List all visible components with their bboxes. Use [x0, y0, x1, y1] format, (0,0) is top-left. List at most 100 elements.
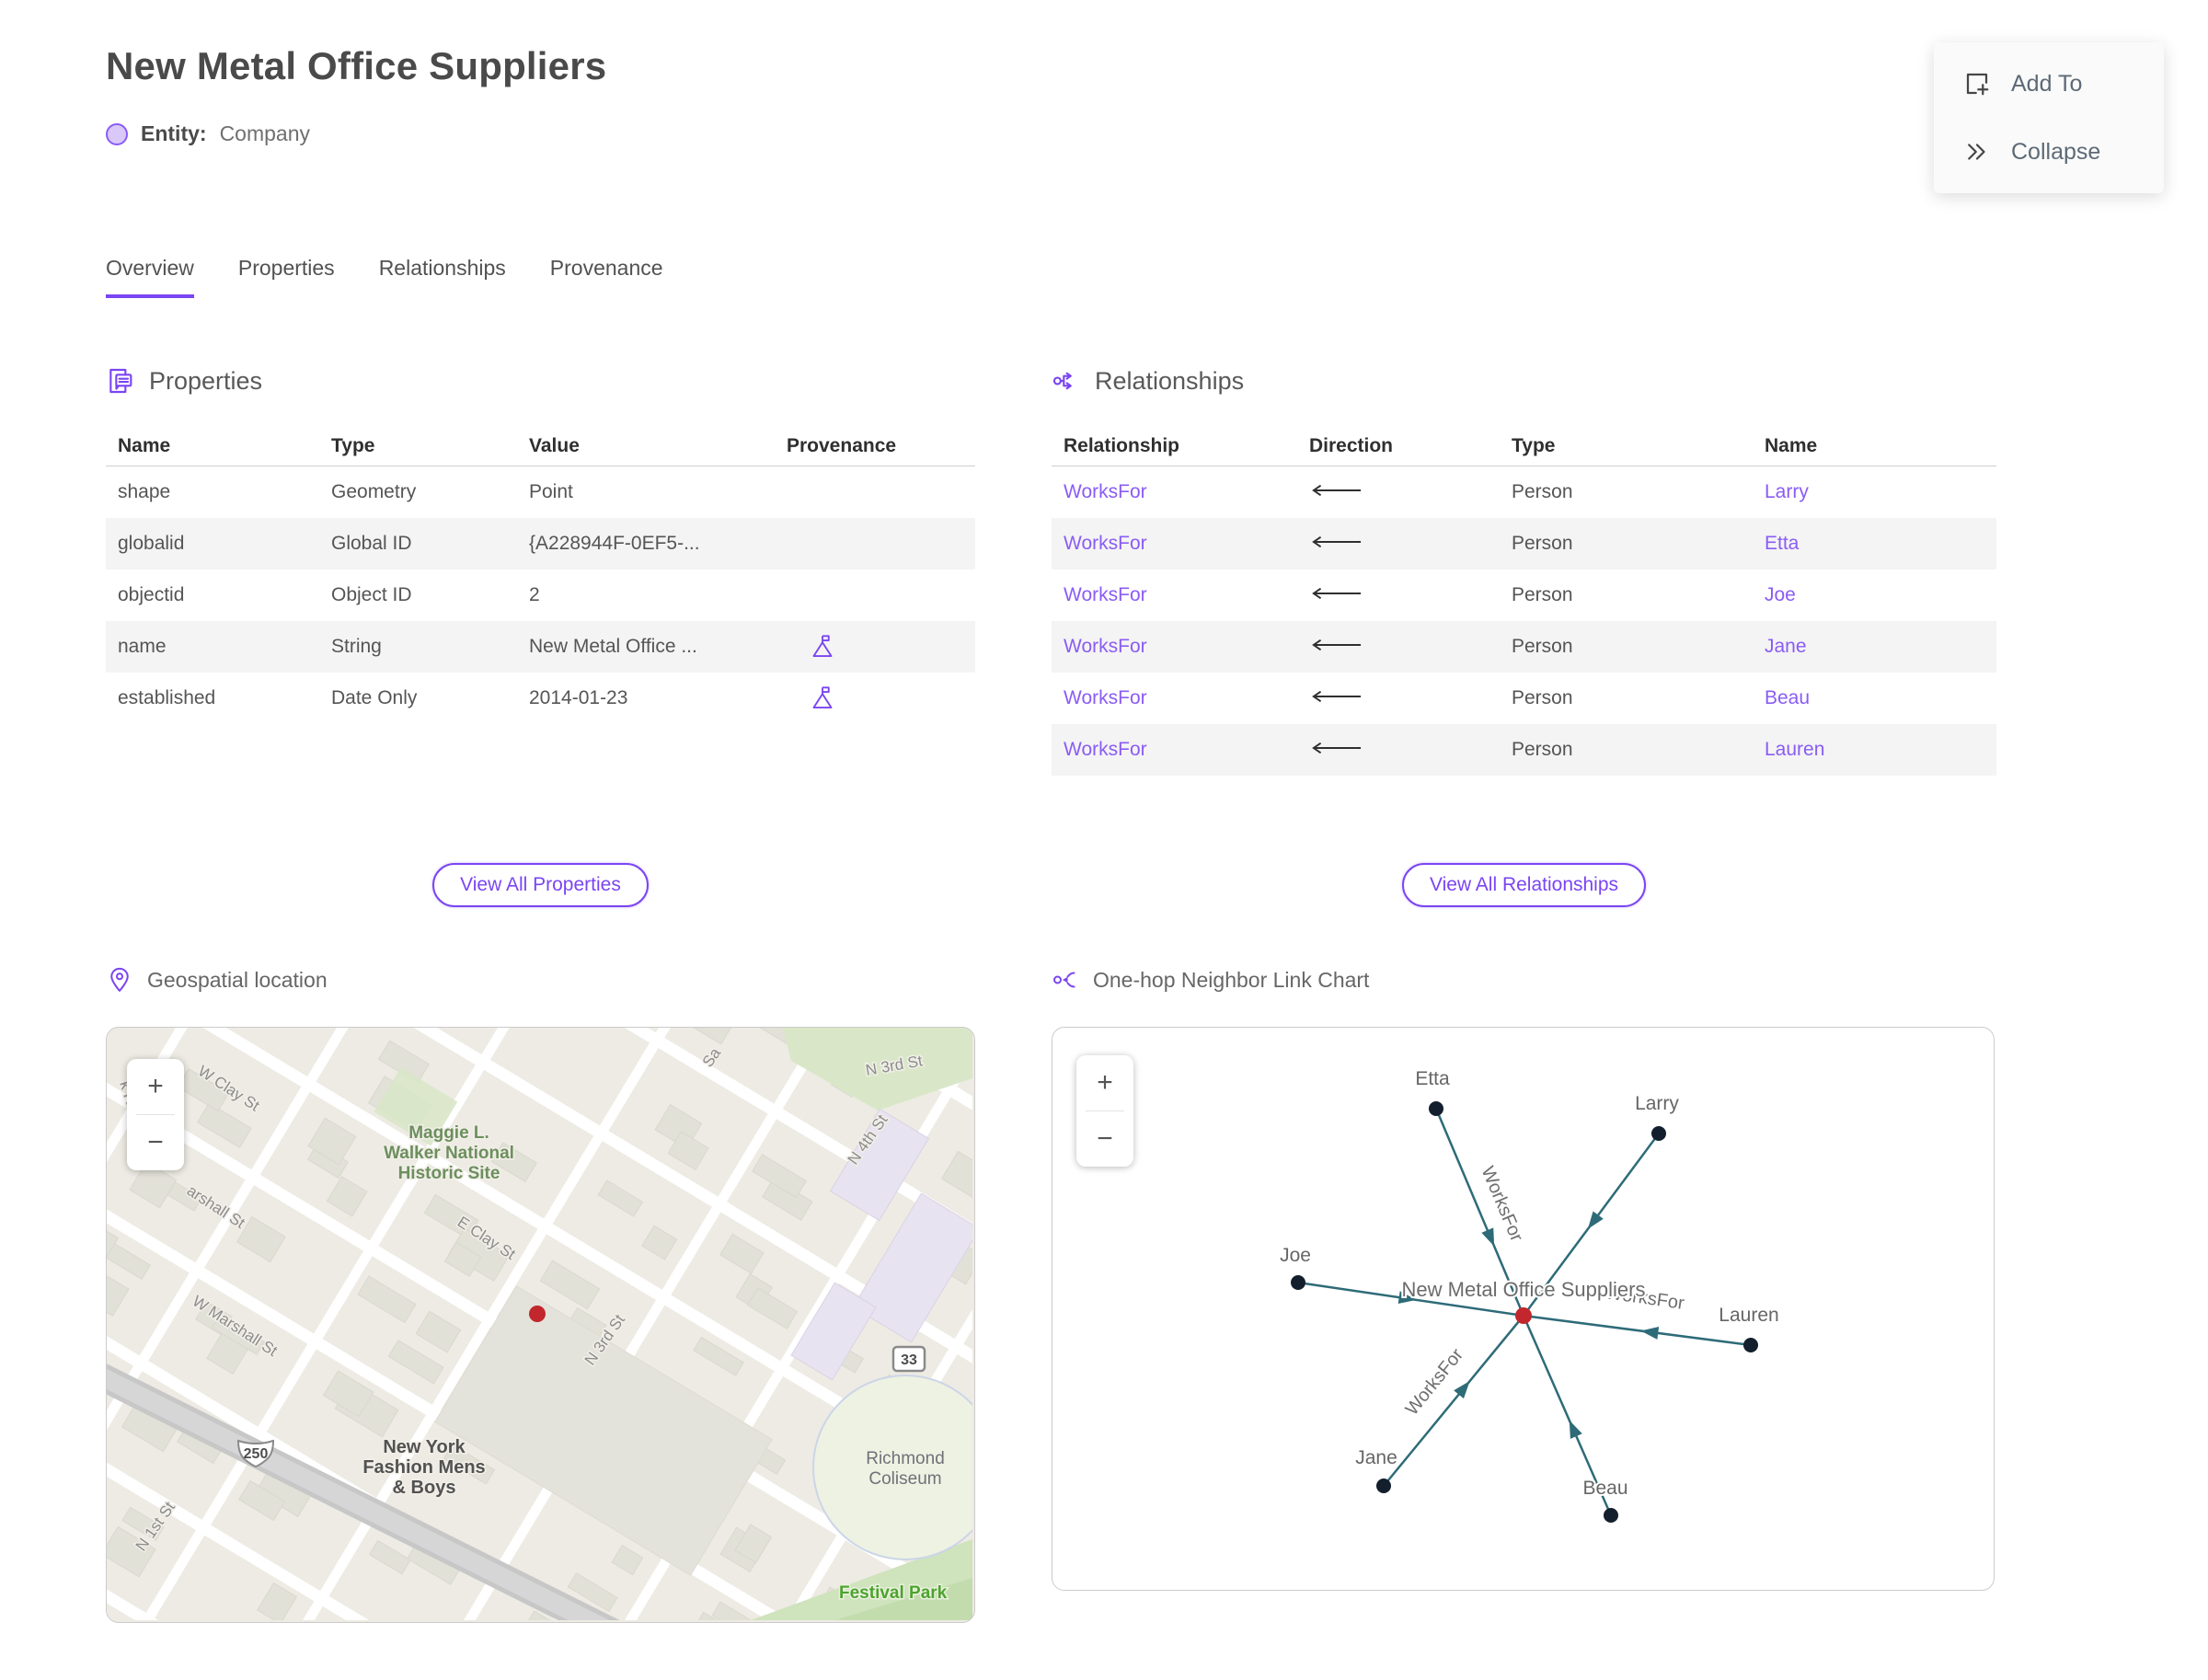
node-label: Etta: [1415, 1068, 1450, 1089]
page-title: New Metal Office Suppliers: [106, 44, 607, 87]
person-node[interactable]: [1743, 1338, 1758, 1352]
entity-location-marker[interactable]: [529, 1306, 546, 1322]
collapse-button[interactable]: Collapse: [1963, 138, 2164, 166]
node-label: Beau: [1582, 1478, 1627, 1499]
entity-type-value: Company: [219, 121, 310, 145]
relationship-type-link[interactable]: WorksFor: [1052, 584, 1309, 606]
geospatial-title: Geospatial location: [147, 967, 328, 992]
link-chart-canvas[interactable]: EttaLarryJoeLaurenJaneBeauWorksForWorksF…: [1052, 1028, 1992, 1588]
relationship-type-link[interactable]: WorksFor: [1052, 481, 1309, 503]
relationships-table-body: WorksFor Person Larry WorksFor Person Etta Wor…: [1052, 466, 1996, 776]
link-chart-section: One-hop Neighbor Link Chart Etta Larry Joe…: [1052, 966, 1996, 1623]
entity-page: New Metal Office Suppliers Entity: Compa…: [0, 0, 2208, 1680]
properties-table: Name Type Value Provenance shape Geometry…: [106, 427, 975, 724]
relationships-table: Relationship Direction Type Name WorksFo…: [1052, 427, 1996, 776]
link-chart-title: One-hop Neighbor Link Chart: [1093, 967, 1370, 992]
center-entity-node[interactable]: [1515, 1307, 1532, 1324]
provenance-flag-icon[interactable]: [809, 633, 836, 661]
relationship-direction: [1309, 739, 1512, 761]
related-entity-link[interactable]: Larry: [1765, 481, 1996, 503]
entity-type-icon: [106, 122, 128, 145]
relationship-row: WorksFor Person Jane: [1052, 621, 1996, 673]
property-row: shape Geometry Point: [106, 466, 975, 518]
chevrons-right-icon: [1968, 144, 1985, 160]
entity-row: Entity: Company: [106, 121, 310, 146]
property-value: 2: [529, 584, 540, 605]
geospatial-header: Geospatial location: [106, 966, 975, 994]
related-entity-link[interactable]: Beau: [1765, 687, 1996, 709]
view-all-relationships-button[interactable]: View All Relationships: [1401, 863, 1647, 907]
relationship-row: WorksFor Person Joe: [1052, 570, 1996, 621]
related-entity-type: Person: [1512, 739, 1573, 760]
center-node-label: New Metal Office Suppliers: [1402, 1278, 1646, 1301]
link-chart-labels: EttaLarryJoeLaurenJaneBeauWorksForWorksF…: [1278, 1066, 1781, 1501]
node-label: Joe: [1280, 1245, 1311, 1266]
node-label: Jane: [1355, 1447, 1397, 1468]
one-hop-link-icon: [1052, 972, 1075, 988]
map-zoom-control: + −: [127, 1059, 184, 1170]
link-chart-panel[interactable]: Etta Larry Joe Lauren Jane Beau WorksFor WorksF…: [1052, 1027, 1995, 1591]
svg-text:RichmondColiseum: Richmond Coliseum: [866, 1449, 945, 1489]
relationships-table-header: Relationship Direction Type Name: [1052, 427, 1996, 466]
map-panel[interactable]: 25033 k RdW Clay StSaarshall StW Marshal…: [106, 1027, 975, 1623]
related-entity-link[interactable]: Etta: [1765, 533, 1996, 555]
tab-relationships[interactable]: Relationships: [379, 256, 506, 298]
add-to-button[interactable]: Add To: [1963, 70, 2164, 98]
property-type: Date Only: [331, 687, 418, 708]
col-value: Value: [529, 435, 580, 456]
map-pin-icon: [110, 967, 129, 992]
related-entity-link[interactable]: Joe: [1765, 584, 1996, 606]
property-name: name: [118, 636, 167, 657]
tab-provenance[interactable]: Provenance: [550, 256, 663, 298]
entity-label: Entity:: [141, 121, 207, 145]
chart-zoom-in-button[interactable]: +: [1076, 1055, 1133, 1110]
relationship-row: WorksFor Person Beau: [1052, 673, 1996, 724]
chart-zoom-out-button[interactable]: −: [1076, 1111, 1133, 1167]
properties-title: Properties: [149, 366, 263, 395]
provenance-flag-icon[interactable]: [809, 685, 836, 712]
map-zoom-out-button[interactable]: −: [127, 1115, 184, 1170]
related-entity-link[interactable]: Lauren: [1765, 739, 1996, 761]
related-entity-type: Person: [1512, 481, 1573, 502]
tab-overview[interactable]: Overview: [106, 256, 194, 298]
relationship-type-link[interactable]: WorksFor: [1052, 533, 1309, 555]
related-entity-type: Person: [1512, 636, 1573, 657]
tab-properties[interactable]: Properties: [238, 256, 335, 298]
relationship-type-link[interactable]: WorksFor: [1052, 739, 1309, 761]
relationships-title: Relationships: [1095, 366, 1245, 395]
chart-zoom-control: + −: [1076, 1055, 1133, 1167]
add-to-icon: [1966, 73, 1989, 96]
tabs: Overview Properties Relationships Provenanc…: [106, 256, 663, 298]
relationship-row: WorksFor Person Lauren: [1052, 724, 1996, 776]
node-label: Larry: [1635, 1093, 1679, 1114]
collapse-label: Collapse: [2011, 138, 2101, 165]
person-node[interactable]: [1604, 1508, 1618, 1523]
map-canvas[interactable]: 25033 k RdW Clay StSaarshall StW Marshal…: [107, 1028, 974, 1622]
relationship-type-link[interactable]: WorksFor: [1052, 687, 1309, 709]
related-entity-link[interactable]: Jane: [1765, 636, 1996, 658]
property-name: objectid: [118, 584, 185, 605]
properties-form-icon: [109, 368, 132, 394]
map-zoom-in-button[interactable]: +: [127, 1059, 184, 1114]
col-type: Type: [1512, 435, 1556, 456]
node-label: Lauren: [1719, 1305, 1778, 1326]
svg-text:Festival Park: Festival Park: [839, 1583, 948, 1603]
property-type: Global ID: [331, 533, 412, 554]
col-relationship: Relationship: [1064, 435, 1180, 456]
direction-arrow-left-icon: [1312, 484, 1362, 497]
person-node[interactable]: [1291, 1275, 1305, 1290]
relationships-header: Relationships: [1052, 366, 1996, 396]
person-node[interactable]: [1651, 1126, 1666, 1141]
related-entity-type: Person: [1512, 687, 1573, 708]
person-node[interactable]: [1429, 1101, 1443, 1116]
col-name: Name: [118, 435, 171, 456]
property-value: Point: [529, 481, 573, 502]
properties-table-header: Name Type Value Provenance: [106, 427, 975, 466]
view-all-properties-button[interactable]: View All Properties: [432, 863, 649, 907]
geospatial-section: Geospatial location 250 33 k W Clay St S…: [106, 966, 975, 1623]
relationship-type-link[interactable]: WorksFor: [1052, 636, 1309, 658]
related-entity-type: Person: [1512, 533, 1573, 554]
person-node[interactable]: [1376, 1479, 1391, 1493]
direction-arrow-left-icon: [1312, 690, 1362, 703]
relationship-direction: [1309, 584, 1512, 606]
